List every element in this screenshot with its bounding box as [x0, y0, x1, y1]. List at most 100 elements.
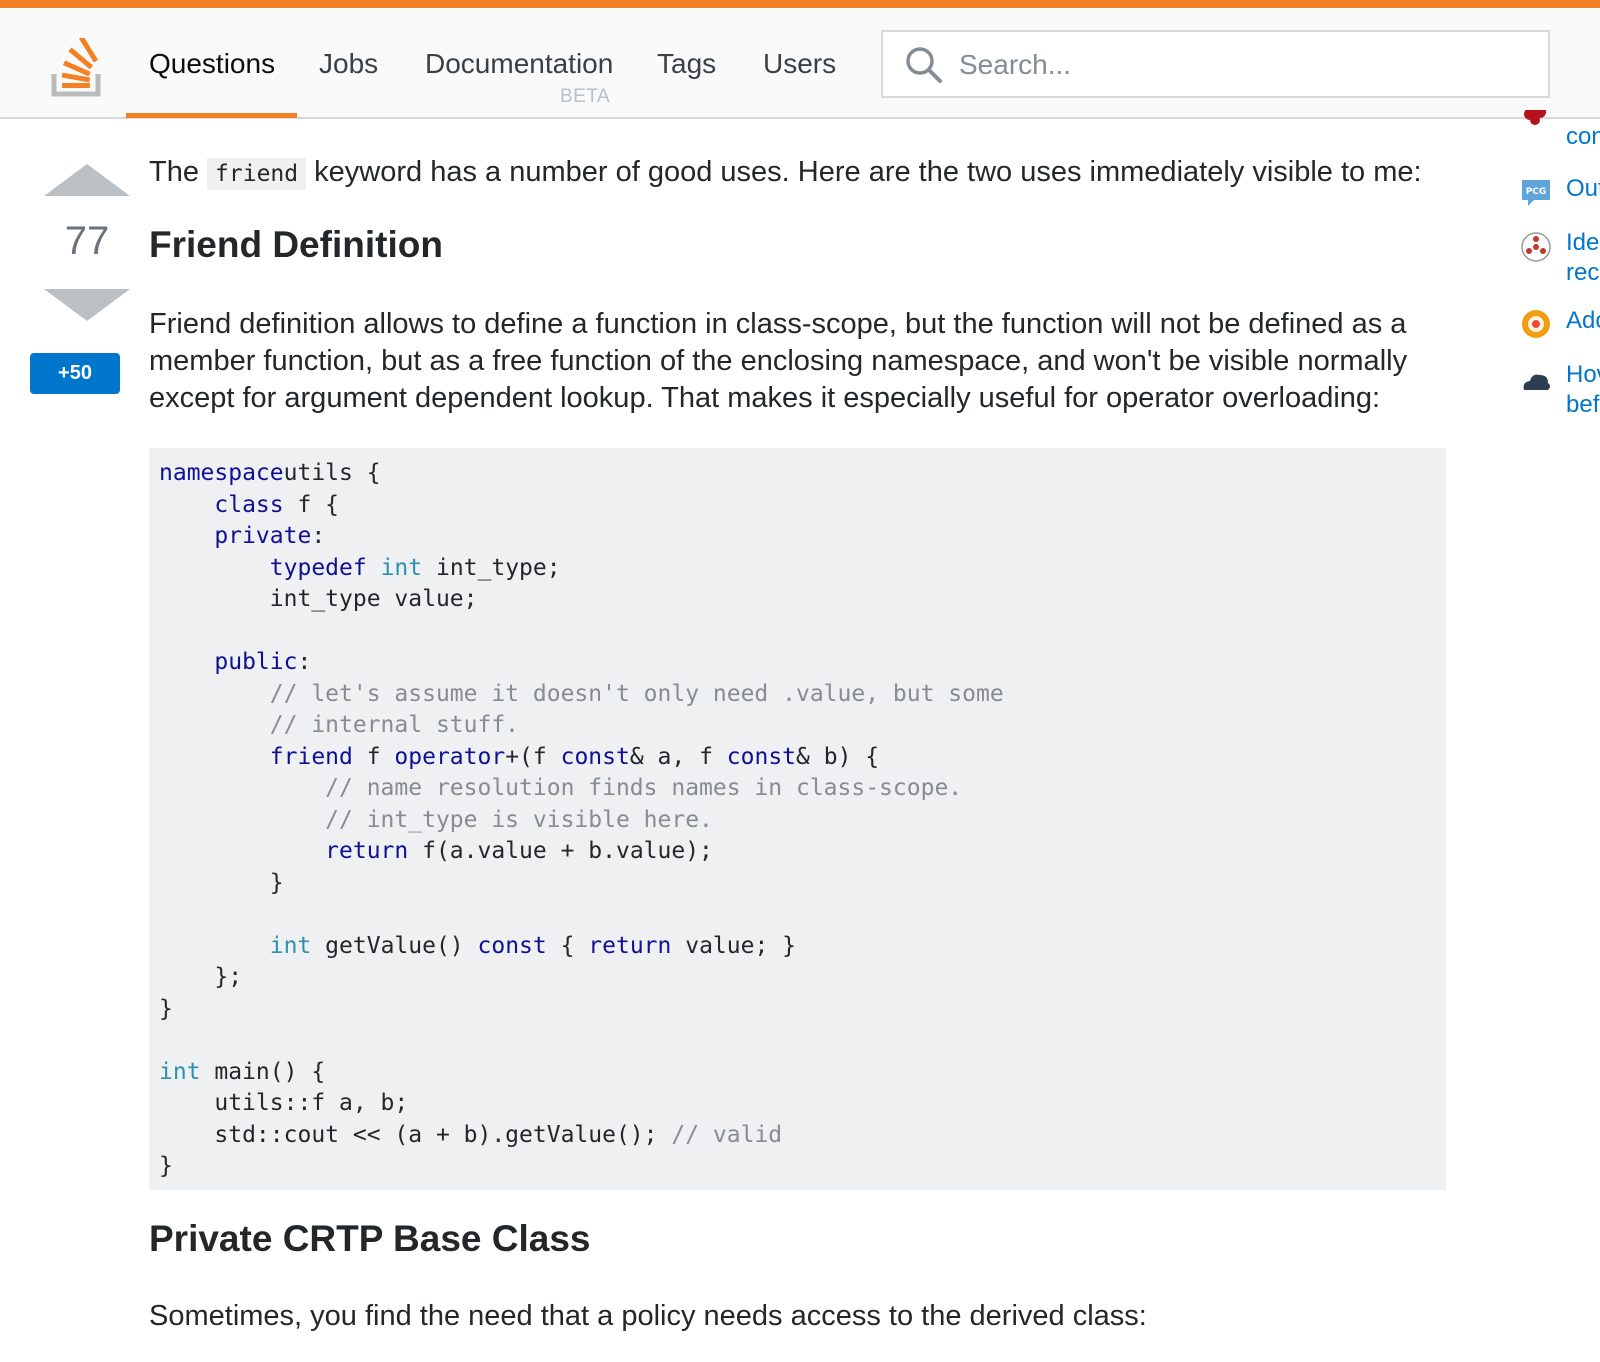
code-line: }: [159, 1151, 1436, 1183]
code-token: }: [159, 995, 173, 1022]
code-token: f: [352, 743, 395, 770]
code-token: getValue(): [311, 932, 478, 959]
nav-questions[interactable]: Questions: [149, 48, 275, 80]
heading-friend-definition: Friend Definition: [149, 224, 443, 265]
code-block: namespaceutils { class f { private: type…: [149, 448, 1446, 1190]
code-token: public: [214, 649, 298, 675]
code-token: class: [214, 491, 284, 518]
top-accent-bar: [0, 0, 1600, 8]
code-token: operator: [394, 743, 506, 770]
search-icon: [906, 47, 942, 83]
code-token: & b) {: [796, 743, 880, 770]
sidebar-link[interactable]: Out: [1566, 174, 1600, 204]
code-line: private:: [159, 521, 1436, 553]
code-token: const: [560, 743, 630, 770]
nav-tags[interactable]: Tags: [657, 48, 716, 80]
sidebar-link[interactable]: Adc: [1566, 306, 1600, 336]
code-token: }: [159, 869, 284, 896]
code-line: friend f operator+(f const& a, f const& …: [159, 742, 1436, 774]
code-token: int: [269, 932, 312, 959]
code-token: private: [214, 523, 312, 549]
code-token: & a, f: [629, 743, 727, 770]
upvote-arrow-icon[interactable]: [44, 164, 130, 196]
code-token: typedef: [269, 554, 367, 581]
sidebar-link[interactable]: rec: [1566, 258, 1599, 288]
code-token: const: [477, 932, 547, 959]
code-token: utils::f a, b;: [159, 1090, 409, 1116]
vote-count: 77: [64, 219, 110, 263]
code-token: namespace: [159, 460, 284, 486]
intro-paragraph: The friend keyword has a number of good …: [149, 154, 1422, 193]
sidebar-link[interactable]: Ide: [1566, 228, 1599, 258]
code-token: f {: [283, 491, 340, 518]
search-box[interactable]: [881, 30, 1550, 98]
code-token: main() {: [200, 1058, 326, 1085]
code-token: return: [588, 932, 672, 959]
hot-network-questions-sidebar: con PCG Out Ide rec Adc Hov bef: [1520, 110, 1600, 430]
code-line: // int_type is visible here.: [159, 805, 1436, 837]
code-line: namespaceutils {: [159, 458, 1436, 490]
code-line: std::cout << (a + b).getValue(); // vali…: [159, 1120, 1436, 1152]
friend-definition-paragraph: Friend definition allows to define a fun…: [149, 308, 1408, 414]
cloud-network-icon: [1523, 374, 1550, 390]
code-token: int: [159, 1058, 201, 1085]
sidebar-link[interactable]: bef: [1566, 390, 1599, 420]
sidebar-link[interactable]: Hov: [1566, 360, 1600, 390]
code-token: // internal stuff.: [269, 712, 520, 738]
code-line: public:: [159, 647, 1436, 679]
code-token: :: [297, 649, 312, 675]
bounty-badge[interactable]: +50: [30, 353, 120, 394]
intro-text-after: keyword has a number of good uses. Here …: [306, 156, 1422, 188]
heading-private-crtp: Private CRTP Base Class: [149, 1218, 591, 1259]
code-line: }: [159, 868, 1436, 900]
crtp-paragraph: Sometimes, you find the need that a poli…: [149, 1300, 1147, 1332]
pcg-chat-icon: PCG: [1522, 180, 1550, 206]
documentation-beta-badge: BETA: [560, 86, 611, 107]
code-token: int_type value;: [159, 586, 478, 612]
nav-documentation[interactable]: Documentation: [425, 48, 613, 80]
code-line: // name resolution finds names in class-…: [159, 773, 1436, 805]
nav-jobs[interactable]: Jobs: [319, 48, 378, 80]
code-token: const: [726, 743, 797, 770]
code-line: int main() {: [159, 1057, 1436, 1089]
stackoverflow-logo-icon[interactable]: [50, 38, 106, 98]
code-token: +(f: [505, 743, 561, 770]
inline-code-friend: friend: [207, 158, 307, 190]
code-token: };: [159, 964, 243, 990]
code-line: int getValue() const { return value; }: [159, 931, 1436, 963]
code-line: };: [159, 962, 1436, 994]
code-token: utils {: [283, 460, 381, 486]
sidebar-link[interactable]: con: [1566, 122, 1600, 152]
gem-icon: [1524, 110, 1546, 125]
code-line: // internal stuff.: [159, 710, 1436, 742]
code-line: }: [159, 994, 1436, 1026]
code-token: value; }: [671, 932, 797, 959]
intro-text-before: The: [149, 156, 208, 188]
code-token: }: [159, 1153, 173, 1179]
search-input[interactable]: [957, 42, 1531, 88]
code-token: friend: [269, 743, 353, 770]
code-line: int_type value;: [159, 584, 1436, 616]
code-token: int_type;: [422, 554, 561, 581]
code-line: class f {: [159, 490, 1436, 522]
code-token: // name resolution finds names in class-…: [325, 775, 963, 801]
code-token: int: [380, 554, 423, 581]
nav-users[interactable]: Users: [763, 48, 836, 80]
code-token: std::cout << (a + b).getValue();: [159, 1121, 672, 1148]
code-line: utils::f a, b;: [159, 1088, 1436, 1120]
code-line: typedef int int_type;: [159, 553, 1436, 585]
svg-text:PCG: PCG: [1526, 187, 1547, 197]
code-line: return f(a.value + b.value);: [159, 836, 1436, 868]
downvote-arrow-icon[interactable]: [44, 289, 130, 321]
